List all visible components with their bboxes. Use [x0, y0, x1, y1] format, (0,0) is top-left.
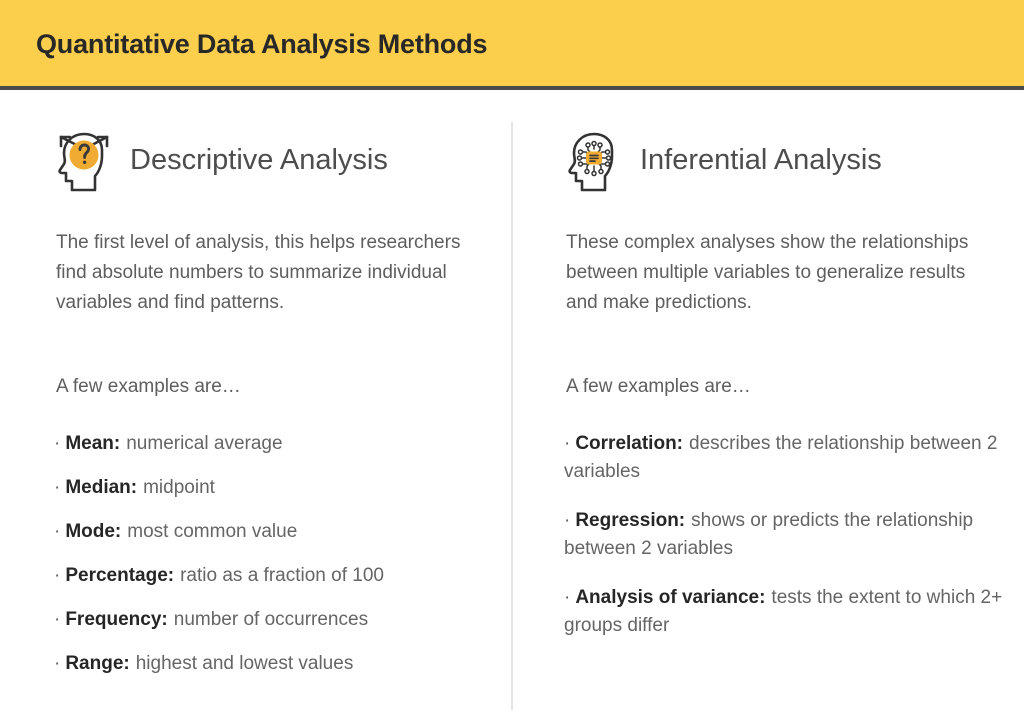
list-item-definition: numerical average: [126, 433, 283, 454]
list-item-term: Range:: [65, 653, 130, 674]
list-item-definition: midpoint: [143, 477, 215, 498]
bullet-marker: ·: [564, 587, 571, 608]
list-item: · Mean: numerical average: [54, 430, 514, 458]
column-header-inferential: Inferential Analysis: [550, 94, 1020, 192]
column-description-descriptive: The first level of analysis, this helps …: [56, 232, 461, 313]
examples-lead-descriptive: A few examples are…: [56, 376, 241, 397]
column-description-inferential: These complex analyses show the relation…: [566, 232, 969, 313]
examples-lead-inferential: A few examples are…: [566, 376, 751, 397]
list-item-definition: highest and lowest values: [135, 653, 354, 674]
bullet-marker: ·: [54, 609, 61, 630]
column-descriptive: Descriptive Analysis The first level of …: [40, 94, 510, 674]
list-item: · Median: midpoint: [54, 474, 514, 502]
list-item-term: Median:: [65, 477, 138, 498]
list-item-definition: ratio as a fraction of 100: [180, 565, 384, 586]
bullet-marker: ·: [54, 433, 61, 454]
list-item: · Range: highest and lowest values: [54, 650, 514, 678]
head-circuit-brain-icon: [560, 128, 628, 194]
column-title-descriptive: Descriptive Analysis: [130, 144, 388, 176]
bullet-marker: ·: [54, 521, 61, 542]
list-item: · Analysis of variance: tests the extent t…: [564, 584, 1024, 640]
list-item-definition: most common value: [127, 521, 298, 542]
column-title-inferential: Inferential Analysis: [640, 144, 882, 176]
page-header-bar: Quantitative Data Analysis Methods: [0, 0, 1024, 90]
bullet-marker: ·: [54, 653, 61, 674]
list-item-definition: number of occurrences: [173, 609, 369, 630]
list-item: · Regression: shows or predicts the relati…: [564, 507, 1024, 563]
bullet-marker: ·: [54, 477, 61, 498]
list-item: · Frequency: number of occurrences: [54, 606, 514, 634]
list-item-term: Percentage:: [65, 565, 175, 586]
list-item-term: Correlation:: [575, 433, 684, 454]
bullet-marker: ·: [564, 433, 571, 454]
list-item-term: Frequency:: [65, 609, 168, 630]
page-title: Quantitative Data Analysis Methods: [36, 29, 488, 59]
column-header-descriptive: Descriptive Analysis: [40, 94, 510, 192]
content-columns: Descriptive Analysis The first level of …: [0, 94, 1024, 717]
list-item: · Correlation: describes the relationship …: [564, 430, 1024, 486]
list-item: · Percentage: ratio as a fraction of 100: [54, 562, 514, 590]
head-question-mark-icon: [50, 128, 118, 194]
bullet-marker: ·: [564, 510, 571, 531]
examples-list-inferential: · Correlation: describes the relationship …: [564, 430, 1024, 661]
column-inferential: Inferential Analysis These complex analy…: [550, 94, 1020, 636]
list-item: · Mode: most common value: [54, 518, 514, 546]
list-item-term: Mode:: [65, 521, 122, 542]
examples-list-descriptive: · Mean: numerical average · Median: midpoint…: [54, 430, 514, 694]
list-item-term: Analysis of variance:: [575, 587, 766, 608]
list-item-term: Regression:: [575, 510, 686, 531]
bullet-marker: ·: [54, 565, 61, 586]
list-item-term: Mean:: [65, 433, 121, 454]
